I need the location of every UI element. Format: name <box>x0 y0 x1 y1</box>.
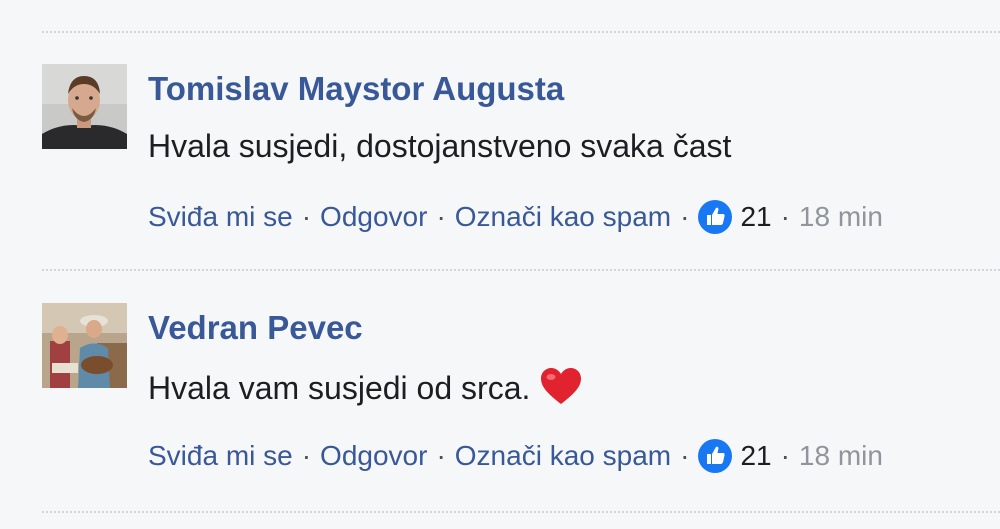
like-link[interactable]: Sviđa mi se <box>148 201 293 233</box>
comment-timestamp[interactable]: 18 min <box>799 201 883 233</box>
separator: · <box>301 440 312 471</box>
avatar[interactable] <box>42 64 127 149</box>
like-count[interactable]: 21 <box>740 201 771 233</box>
separator: · <box>436 201 446 232</box>
comment-actions: Sviđa mi se · Odgovor · Označi kao spam … <box>148 439 883 473</box>
separator: · <box>436 440 446 471</box>
like-reaction-icon[interactable] <box>698 200 733 234</box>
comment-actions: Sviđa mi se · Odgovor · Označi kao spam … <box>148 200 883 234</box>
comment-text: Hvala susjedi, dostojanstveno svaka čast <box>148 128 732 164</box>
heart-emoji-icon <box>540 367 582 413</box>
avatar-photo <box>42 64 127 149</box>
separator: · <box>780 201 790 232</box>
like-reaction-icon[interactable] <box>698 439 733 473</box>
reply-link[interactable]: Odgovor <box>320 201 427 233</box>
avatar[interactable] <box>42 303 127 388</box>
comment-divider <box>42 31 1000 33</box>
like-count[interactable]: 21 <box>740 440 771 472</box>
reply-link[interactable]: Odgovor <box>320 440 427 472</box>
separator: · <box>680 440 690 471</box>
like-link[interactable]: Sviđa mi se <box>148 440 293 472</box>
comment-author[interactable]: Tomislav Maystor Augusta <box>148 70 564 108</box>
avatar-photo <box>42 303 127 388</box>
comment-author[interactable]: Vedran Pevec <box>148 309 363 347</box>
separator: · <box>780 440 790 471</box>
separator: · <box>680 201 690 232</box>
comment-text-row: Hvala vam susjedi od srca. <box>148 367 582 413</box>
comment-text: Hvala vam susjedi od srca. <box>148 370 531 406</box>
comment-divider <box>42 269 1000 271</box>
comment-timestamp[interactable]: 18 min <box>799 440 883 472</box>
separator: · <box>301 201 312 232</box>
mark-spam-link[interactable]: Označi kao spam <box>455 201 671 233</box>
comment-divider <box>42 511 1000 513</box>
mark-spam-link[interactable]: Označi kao spam <box>455 440 671 472</box>
